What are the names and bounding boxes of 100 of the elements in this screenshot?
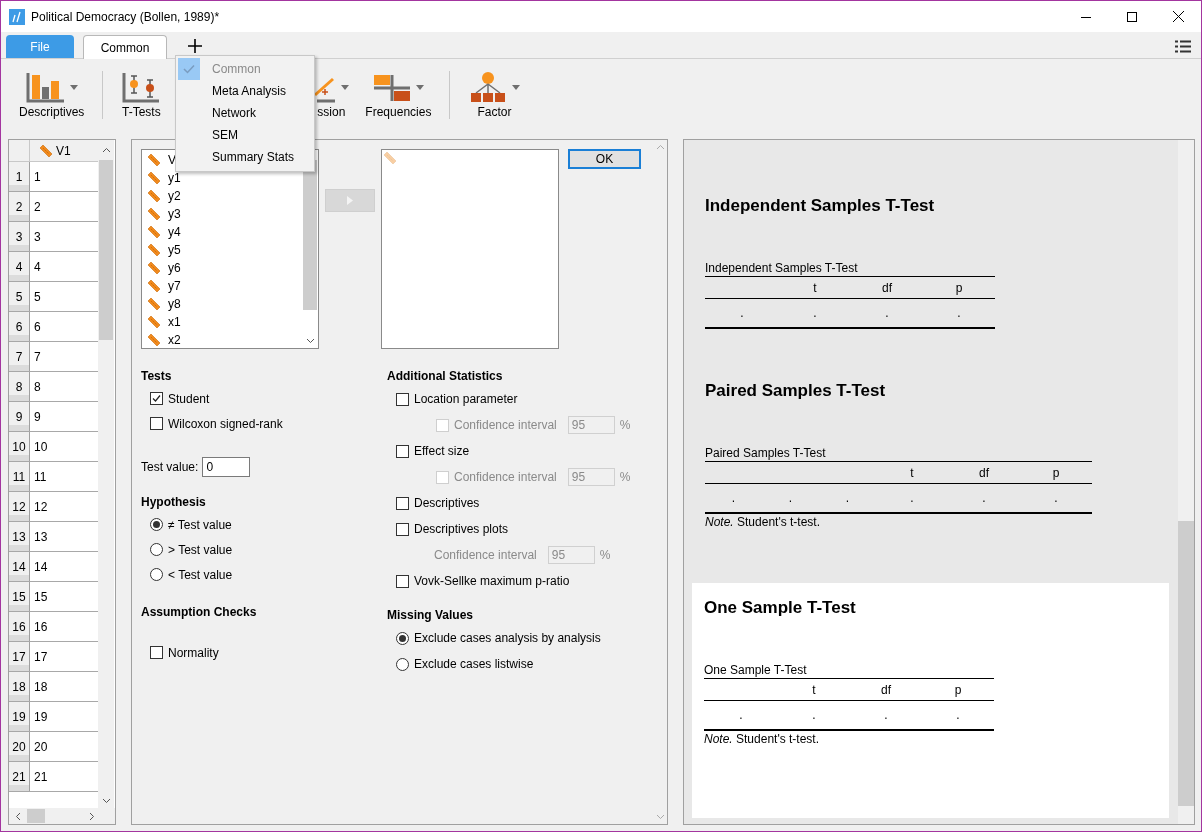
variable-item[interactable]: y7: [168, 279, 181, 293]
analysis-button[interactable]: Descriptives: [11, 59, 93, 131]
table-cell[interactable]: 9: [30, 402, 98, 431]
table-cell[interactable]: 2: [30, 192, 98, 221]
table-cell[interactable]: 16: [30, 612, 98, 641]
scale-icon: [146, 170, 162, 186]
table-cell[interactable]: 3: [30, 222, 98, 251]
menu-item[interactable]: Summary Stats: [176, 146, 314, 168]
variable-item[interactable]: y6: [168, 261, 181, 275]
variable-item[interactable]: y4: [168, 225, 181, 239]
list-menu-icon[interactable]: [1175, 40, 1191, 53]
radio-button[interactable]: [150, 518, 163, 531]
table-cell-text: .: [883, 707, 889, 724]
checkbox[interactable]: [396, 444, 409, 458]
scrollbar-thumb[interactable]: [303, 160, 317, 310]
checkbox[interactable]: [396, 392, 409, 406]
scrollbar[interactable]: [98, 140, 114, 808]
checkbox[interactable]: [150, 392, 163, 405]
table-cell[interactable]: 8: [30, 372, 98, 401]
table-cell[interactable]: 14: [30, 552, 98, 581]
analysis-button[interactable]: Frequencies: [357, 59, 440, 131]
maximize-icon[interactable]: [1127, 11, 1137, 22]
add-tab-icon[interactable]: [188, 39, 202, 53]
table-cell[interactable]: 17: [30, 642, 98, 671]
scroll-right-icon[interactable]: [89, 811, 95, 821]
scroll-down-icon[interactable]: [101, 798, 111, 804]
caret-icon: [341, 84, 350, 90]
scrollbar-thumb[interactable]: [1178, 521, 1194, 806]
table-cell[interactable]: 20: [30, 732, 98, 761]
row-number: 8: [9, 372, 30, 401]
radio-button[interactable]: [150, 568, 163, 581]
variable-item[interactable]: x1: [168, 315, 181, 329]
option-label: Normality: [168, 645, 219, 660]
table-cell[interactable]: 21: [30, 762, 98, 791]
ok-button[interactable]: OK: [568, 149, 641, 169]
result-heading: Paired Samples T-Test: [705, 381, 887, 402]
table-cell[interactable]: 10: [30, 432, 98, 461]
scale-icon: [146, 314, 162, 330]
caret-icon: [416, 84, 425, 90]
table-cell[interactable]: 11: [30, 462, 98, 491]
table-cell[interactable]: 12: [30, 492, 98, 521]
table-cell[interactable]: 15: [30, 582, 98, 611]
variable-item[interactable]: V: [168, 153, 176, 167]
checkbox[interactable]: [396, 522, 409, 536]
checkbox[interactable]: [396, 496, 409, 510]
row-number: 3: [9, 222, 30, 251]
scrollbar-thumb[interactable]: [27, 809, 45, 823]
radio-button[interactable]: [396, 631, 409, 645]
scale-icon: [146, 332, 162, 348]
table-cell[interactable]: 6: [30, 312, 98, 341]
analysis-button[interactable]: T-Tests: [113, 59, 170, 131]
ribbon-tab[interactable]: Common: [83, 35, 167, 59]
scrollbar[interactable]: [9, 808, 115, 824]
checkbox[interactable]: [150, 646, 163, 659]
table-cell[interactable]: 18: [30, 672, 98, 701]
variable-item[interactable]: y2: [168, 189, 181, 203]
caret-icon: [69, 84, 78, 90]
radio-button[interactable]: [396, 657, 409, 671]
result-heading: Independent Samples T-Test: [705, 196, 936, 217]
scrollbar-thumb[interactable]: [99, 160, 113, 340]
scale-icon: [146, 278, 162, 294]
variable-item[interactable]: y3: [168, 207, 181, 221]
radio-button[interactable]: [150, 543, 163, 556]
variable-item[interactable]: y1: [168, 171, 181, 185]
variable-item[interactable]: x2: [168, 333, 181, 347]
scroll-up-icon[interactable]: [101, 147, 111, 153]
section-title: Assumption Checks: [141, 604, 258, 621]
option-label: ≠ Test value: [168, 517, 232, 532]
row-number: 15: [9, 582, 30, 611]
table-cell-text: .: [981, 490, 987, 507]
table-cell[interactable]: 7: [30, 342, 98, 371]
test-value-field[interactable]: 0: [202, 457, 251, 477]
table-cell[interactable]: 1: [30, 162, 98, 191]
window-title: Political Democracy (Bollen, 1989)*: [31, 9, 220, 24]
option-label: %: [619, 470, 631, 484]
row-number: 2: [9, 192, 30, 221]
checkbox[interactable]: [396, 574, 409, 588]
variable-item[interactable]: y5: [168, 243, 181, 257]
table-title: Paired Samples T-Test: [705, 446, 827, 461]
scrollbar[interactable]: [1178, 140, 1194, 824]
close-icon[interactable]: [1172, 11, 1184, 22]
variable-item[interactable]: y8: [168, 297, 181, 311]
play-icon: [347, 196, 353, 205]
check-icon: [183, 64, 195, 74]
analysis-button[interactable]: Factor: [460, 59, 529, 131]
scroll-down-icon[interactable]: [305, 338, 315, 344]
checkbox[interactable]: [150, 417, 163, 430]
table-cell[interactable]: 5: [30, 282, 98, 311]
table-cell[interactable]: 19: [30, 702, 98, 731]
scroll-left-icon[interactable]: [15, 811, 21, 821]
row-number: 21: [9, 762, 30, 791]
row-number: 12: [9, 492, 30, 521]
table-cell[interactable]: 4: [30, 252, 98, 281]
option-label: Effect size: [414, 444, 470, 458]
app-logo-icon: [9, 8, 25, 25]
option-label: Location parameter: [414, 392, 518, 406]
column-header: t: [778, 679, 850, 701]
option-label: %: [599, 548, 611, 562]
column-header: p: [923, 277, 995, 299]
table-cell[interactable]: 13: [30, 522, 98, 551]
